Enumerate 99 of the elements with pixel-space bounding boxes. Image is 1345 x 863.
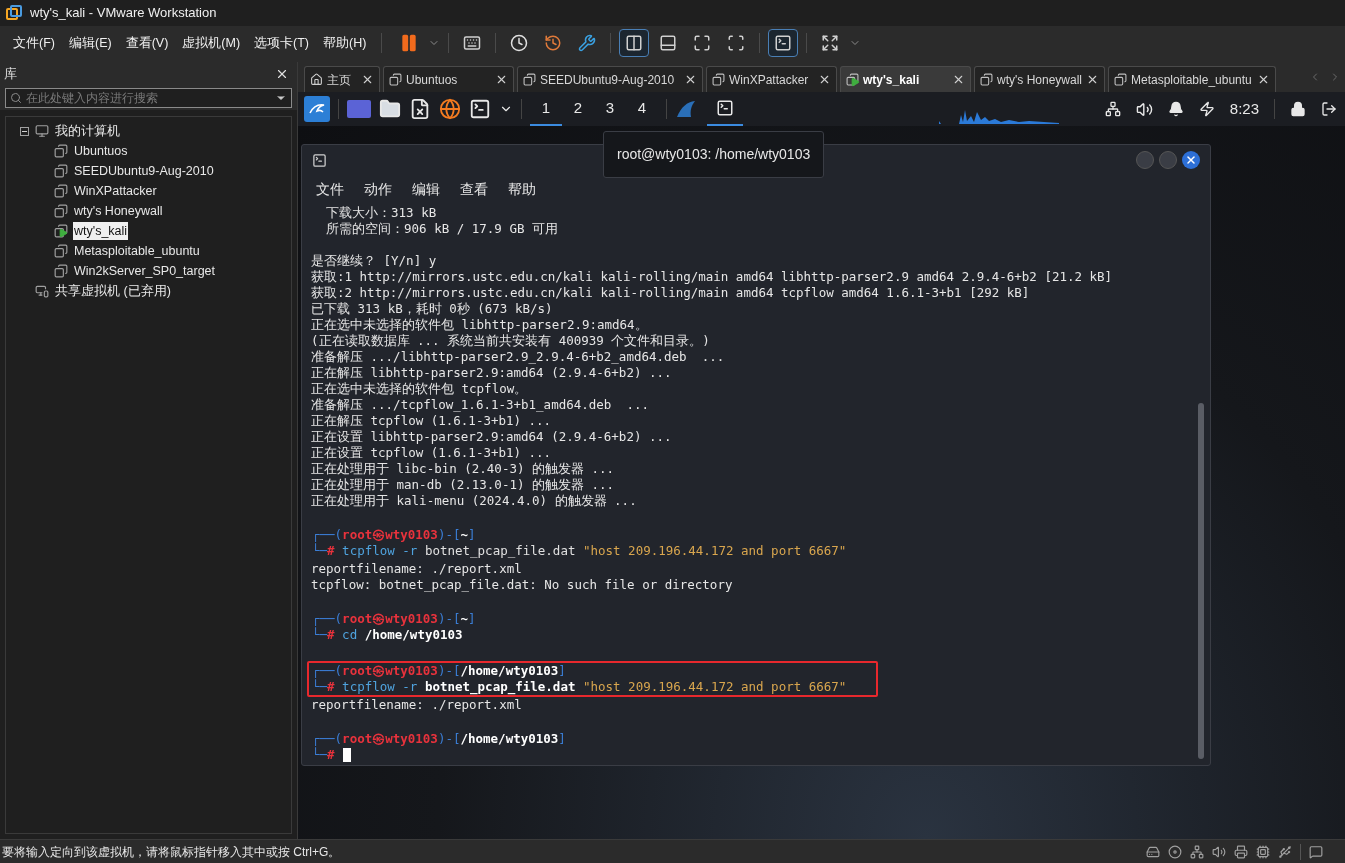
panel-title: 库 bbox=[4, 65, 17, 84]
menu-item[interactable]: 编辑(E) bbox=[61, 33, 119, 53]
vm-tab[interactable]: wty's_kali bbox=[840, 66, 971, 92]
output-line: 正在选中未选择的软件包 tcpflow。 bbox=[311, 381, 528, 397]
prompt-line: ┌──(root㉿wty0103)-[~] bbox=[312, 611, 476, 627]
menu-item[interactable]: 文件(F) bbox=[6, 33, 62, 53]
lock-icon[interactable] bbox=[1290, 101, 1306, 117]
output-line: reportfilename: ./report.xml bbox=[311, 561, 522, 577]
home-icon bbox=[310, 73, 323, 86]
window-title: wty's_kali - VMware Workstation bbox=[30, 4, 217, 23]
command-line: └─# cd /home/wty0103 bbox=[312, 627, 463, 643]
power-icon[interactable] bbox=[1198, 101, 1215, 117]
message-icon[interactable] bbox=[1309, 844, 1323, 859]
menu-item[interactable]: 虚拟机(M) bbox=[175, 33, 248, 53]
printer-icon[interactable] bbox=[1234, 844, 1248, 859]
tree-item[interactable]: SEEDUbuntu9-Aug-2010 bbox=[73, 161, 215, 181]
menu-item[interactable]: 编辑 bbox=[412, 178, 440, 200]
menu-item[interactable]: 动作 bbox=[364, 178, 392, 200]
tooltip: root@wty0103: /home/wty0103 bbox=[603, 131, 825, 178]
output-line: 获取:1 http://mirrors.ustc.edu.cn/kali kali-rolling/main amd64 libhttp-parser2.9 amd64 2.9.4-6+b2 [21.2 kB] bbox=[311, 269, 1113, 285]
output-line: tcpflow: botnet_pcap_file.dat: No such file or directory bbox=[311, 577, 733, 593]
menu-item[interactable]: 帮助(H) bbox=[316, 33, 374, 53]
collapse-toggle[interactable] bbox=[20, 126, 29, 136]
output-line: 正在设置 libhttp-parser2.9:amd64 (2.9.4-6+b2) ... bbox=[311, 429, 672, 445]
prompt-line: ┌──(root㉿wty0103)-[/home/wty0103] bbox=[312, 731, 566, 747]
output-line: 获取:2 http://mirrors.ustc.edu.cn/kali kali-rolling/main amd64 tcpflow amd64 1.6.1-3+b1 [292 kB] bbox=[311, 285, 1030, 301]
output-line: 正在选中未选择的软件包 libhttp-parser2.9:amd64。 bbox=[311, 317, 648, 333]
globe-icon[interactable] bbox=[439, 98, 461, 120]
output-line: 正在设置 tcpflow (1.6.1-3+b1) ... bbox=[311, 445, 552, 461]
menu-item[interactable]: 选项卡(T) bbox=[247, 33, 317, 53]
output-line: 下载大小：313 kB bbox=[325, 205, 437, 221]
close-icon[interactable] bbox=[495, 73, 508, 86]
output-line: reportfilename: ./report.xml bbox=[311, 697, 522, 713]
vm-tab[interactable]: WinXPattacker bbox=[706, 66, 837, 92]
close-icon[interactable] bbox=[818, 73, 831, 86]
output-line: 正在处理用于 kali-menu (2024.4.0) 的触发器 ... bbox=[311, 493, 637, 509]
search-icon bbox=[10, 92, 22, 104]
output-line: 准备解压 .../libhttp-parser2.9_2.9.4-6+b2_amd64.deb ... bbox=[311, 349, 725, 365]
menu-item[interactable]: 查看 bbox=[460, 178, 488, 200]
logout-icon[interactable] bbox=[1321, 101, 1337, 117]
menu-item[interactable]: 文件 bbox=[316, 178, 344, 200]
command-line: └─# tcpflow -r botnet_pcap_file.dat "host 209.196.44.172 and port 6667" bbox=[312, 679, 847, 695]
prompt-line: ┌──(root㉿wty0103)-[/home/wty0103] bbox=[312, 663, 566, 679]
output-line: 准备解压 .../tcpflow_1.6.1-3+b1_amd64.deb ... bbox=[311, 397, 649, 413]
tree-item[interactable]: Metasploitable_ubuntu bbox=[73, 241, 201, 261]
menu-item[interactable]: 帮助 bbox=[508, 178, 536, 200]
output-line: 所需的空间：906 kB / 17.9 GB 可用 bbox=[325, 221, 558, 237]
vm-tab[interactable]: Metasploitable_ubuntu bbox=[1108, 66, 1276, 92]
close-icon[interactable] bbox=[361, 73, 374, 86]
scrollbar[interactable] bbox=[1198, 403, 1204, 759]
tree-item[interactable]: Ubuntuos bbox=[73, 141, 129, 161]
usb-icon[interactable] bbox=[1278, 844, 1292, 859]
volume-icon[interactable] bbox=[1135, 100, 1153, 118]
vm-tab[interactable]: 主页 bbox=[304, 66, 380, 92]
document-icon[interactable] bbox=[409, 98, 431, 120]
tree-item[interactable]: wty's_kali bbox=[73, 221, 129, 241]
shared-monitor-icon bbox=[35, 284, 49, 298]
monitor-icon bbox=[35, 124, 49, 138]
tree-item[interactable]: WinXPattacker bbox=[73, 181, 158, 201]
menu-item[interactable]: 查看(V) bbox=[118, 33, 176, 53]
tree-item[interactable]: 我的计算机 bbox=[55, 121, 120, 141]
close-icon[interactable] bbox=[275, 67, 289, 81]
close-icon[interactable] bbox=[1257, 73, 1270, 86]
command-line: └─# bbox=[312, 747, 351, 763]
app-logo-icon bbox=[6, 5, 22, 21]
clock-text[interactable]: 8:23 bbox=[1229, 97, 1259, 121]
output-line: 正在处理用于 man-db (2.13.0-1) 的触发器 ... bbox=[311, 477, 615, 493]
output-line: 正在解压 tcpflow (1.6.1-3+b1) ... bbox=[311, 413, 552, 429]
workspace-button[interactable]: 2 bbox=[562, 92, 594, 126]
search-box[interactable]: 在此处键入内容进行搜索 bbox=[5, 88, 292, 108]
command-line: └─# tcpflow -r botnet_pcap_file.dat "host 209.196.44.172 and port 6667" bbox=[312, 543, 847, 559]
tree-item[interactable]: 共享虚拟机 (已弃用) bbox=[55, 281, 171, 301]
terminal-icon bbox=[312, 152, 327, 168]
close-icon[interactable] bbox=[952, 73, 965, 86]
output-line: 正在解压 libhttp-parser2.9:amd64 (2.9.4-6+b2) ... bbox=[311, 365, 672, 381]
workspace-button[interactable]: 3 bbox=[594, 92, 626, 126]
output-line: (正在读取数据库 ... 系统当前共安装有 400939 个文件和目录。) bbox=[311, 333, 710, 349]
folder-icon[interactable] bbox=[379, 98, 401, 120]
close-icon[interactable] bbox=[1086, 73, 1099, 86]
bell-icon[interactable] bbox=[1167, 101, 1184, 117]
terminal-icon[interactable] bbox=[768, 29, 799, 57]
prompt-line: ┌──(root㉿wty0103)-[~] bbox=[312, 527, 476, 543]
disc-icon[interactable] bbox=[1168, 844, 1182, 859]
vm-tab[interactable]: wty's Honeywall bbox=[974, 66, 1105, 92]
vm-tab[interactable]: SEEDUbuntu9-Aug-2010 bbox=[517, 66, 703, 92]
tree-item[interactable]: Win2kServer_SP0_target bbox=[73, 261, 217, 281]
vm-tab[interactable]: Ubuntuos bbox=[383, 66, 514, 92]
output-line: 是否继续？ [Y/n] y bbox=[311, 253, 437, 269]
chip-icon[interactable] bbox=[1256, 844, 1270, 859]
output-line: 正在处理用于 libc-bin (2.40-3) 的触发器 ... bbox=[311, 461, 615, 477]
status-text: 要将输入定向到该虚拟机，请将鼠标指针移入其中或按 Ctrl+G。 bbox=[2, 843, 341, 861]
dragon-logo-icon[interactable] bbox=[304, 96, 330, 122]
close-icon[interactable] bbox=[684, 73, 697, 86]
sidebar-layout-icon[interactable] bbox=[619, 29, 650, 57]
workspace-button[interactable]: 4 bbox=[626, 92, 658, 126]
shark-fin-icon[interactable] bbox=[675, 99, 697, 119]
network-icon[interactable] bbox=[1104, 101, 1121, 117]
tree-item[interactable]: wty's Honeywall bbox=[73, 201, 164, 221]
output-line: 已下载 313 kB，耗时 0秒 (673 kB/s) bbox=[311, 301, 553, 317]
